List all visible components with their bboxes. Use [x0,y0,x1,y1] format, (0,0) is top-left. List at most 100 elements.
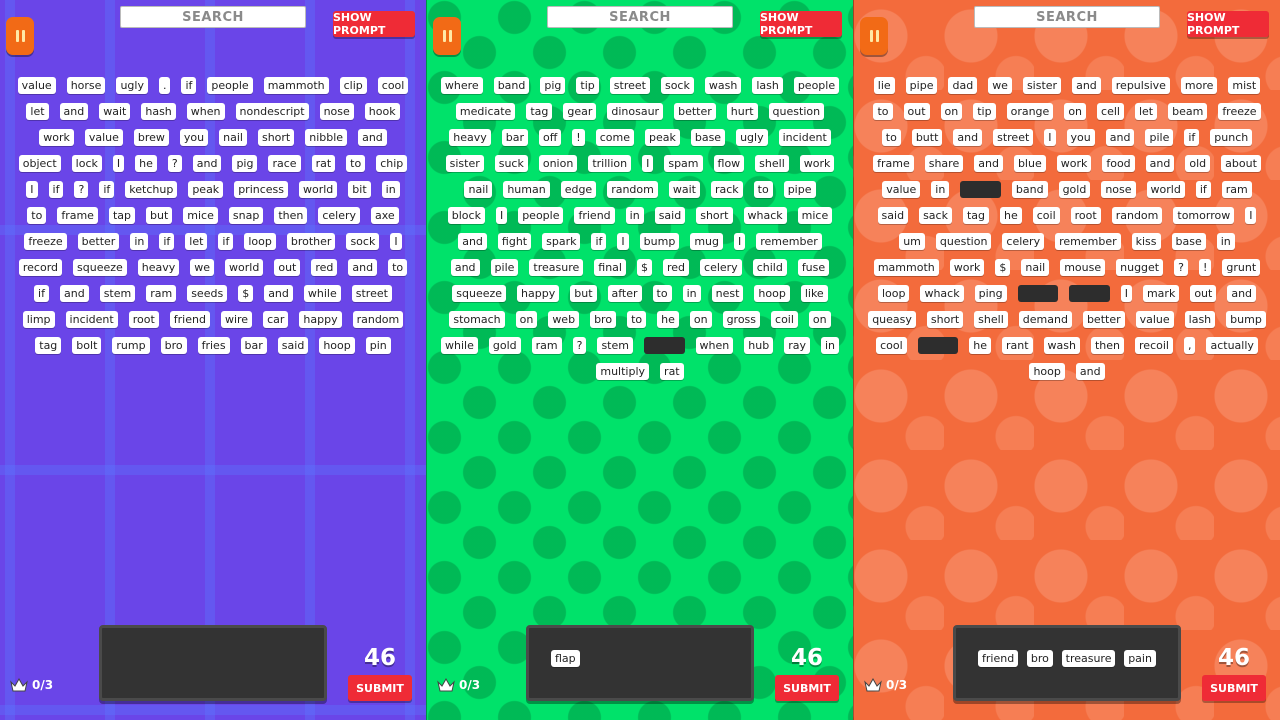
word-tile[interactable]: celery [1002,233,1045,250]
word-tile[interactable]: rant [1001,337,1033,354]
word-tile[interactable]: bit [348,181,371,198]
word-tile[interactable]: and [1227,285,1257,302]
word-tile[interactable]: and [974,155,1003,172]
word-tile[interactable]: in [381,181,400,198]
word-tile[interactable]: treasure [529,259,584,276]
word-tile[interactable]: band [1011,181,1048,198]
word-tile[interactable]: tag [526,103,553,120]
answer-tray[interactable]: friend bro treasure pain [953,625,1181,701]
pause-button[interactable] [433,17,461,55]
word-tile[interactable]: to [27,207,47,224]
word-tile[interactable]: axe [371,207,399,224]
word-tile[interactable]: suck [494,155,528,172]
word-tile[interactable]: brother [286,233,336,250]
word-tile[interactable]: people [793,77,840,94]
word-tile[interactable]: short [926,311,964,328]
word-tile[interactable]: to [627,311,647,328]
word-tile[interactable]: but [570,285,597,302]
word-tile[interactable]: multiply [596,363,650,380]
word-tile[interactable]: rack [710,181,743,198]
word-tile[interactable]: ram [146,285,177,302]
word-tile[interactable]: orange [1006,103,1054,120]
word-tile[interactable]: tag [35,337,62,354]
word-tile[interactable]: ! [1198,259,1212,276]
word-tile[interactable]: gold [488,337,521,354]
word-tile[interactable]: short [257,129,295,146]
word-tile[interactable]: I [495,207,508,224]
word-tile[interactable]: shell [755,155,789,172]
word-tile[interactable]: better [1082,311,1125,328]
word-tile[interactable]: on [1064,103,1087,120]
word-tile[interactable]: if [48,181,64,198]
word-tile[interactable]: street [993,129,1034,146]
word-tile[interactable]: ram [1221,181,1252,198]
word-tile[interactable]: blue [1013,155,1046,172]
word-tile[interactable]: coil [771,311,798,328]
word-tile[interactable]: bar [240,337,267,354]
word-tile[interactable]: people [518,207,564,224]
word-tile[interactable]: after [607,285,642,302]
word-tile[interactable]: beam [1168,103,1208,120]
word-tile[interactable]: dinosaur [607,103,664,120]
word-tile[interactable]: short [696,207,733,224]
word-tile[interactable]: better [77,233,120,250]
word-tile[interactable]: and [1145,155,1175,172]
word-tile[interactable]: gross [722,311,761,328]
word-tile[interactable]: you [1066,129,1095,146]
word-tile[interactable]: and [59,103,89,120]
word-tile[interactable]: happy [517,285,560,302]
word-tile[interactable]: if [181,77,197,94]
word-tile[interactable]: if [591,233,607,250]
word-tile[interactable]: I [1044,129,1056,146]
word-tile[interactable]: shell [974,311,1008,328]
word-tile[interactable]: ram [531,337,562,354]
word-tile[interactable]: bro [590,311,617,328]
word-tile[interactable]: web [548,311,580,328]
word-tile[interactable]: pig [232,155,258,172]
word-tile[interactable]: hurt [726,103,758,120]
word-tile[interactable]: share [924,155,964,172]
word-tile[interactable]: to [388,259,408,276]
word-tile[interactable]: friend [169,311,210,328]
word-tile[interactable]: um [899,233,925,250]
word-tile[interactable]: question [935,233,992,250]
word-tile[interactable]: pin [365,337,391,354]
word-tile[interactable]: in [625,207,644,224]
word-tile[interactable]: bro [160,337,187,354]
word-tile[interactable]: nibble [305,129,348,146]
word-tile[interactable]: human [503,181,550,198]
word-tile[interactable]: and [264,285,293,302]
word-tile[interactable]: recoil [1135,337,1173,354]
word-tile[interactable]: world [299,181,338,198]
word-tile[interactable]: in [820,337,840,354]
submit-button[interactable]: SUBMIT [775,675,839,701]
word-tile[interactable]: horse [66,77,106,94]
word-tile[interactable]: fight [497,233,532,250]
word-tile[interactable]: chip [376,155,408,172]
word-tile[interactable]: and [1075,363,1105,380]
search-input[interactable]: SEARCH [547,6,733,28]
word-tile[interactable]: celery [318,207,361,224]
word-tile[interactable]: about [1221,155,1261,172]
word-tile[interactable]: mist [1228,77,1261,94]
word-tile[interactable]: value [1135,311,1174,328]
word-tile[interactable]: nail [1021,259,1050,276]
word-tile[interactable]: . [158,77,171,94]
word-tile[interactable]: but [146,207,173,224]
word-tile[interactable]: spark [542,233,581,250]
word-tile[interactable]: he [1000,207,1022,224]
word-tile[interactable]: heavy [137,259,180,276]
word-tile[interactable]: ? [572,337,587,354]
word-tile[interactable]: in [931,181,950,198]
word-tile[interactable]: I [617,233,629,250]
word-tile[interactable]: in [1216,233,1235,250]
word-tile[interactable]: cell [1097,103,1124,120]
show-prompt-button[interactable]: SHOW PROMPT [333,11,415,37]
word-tile[interactable]: , [1183,337,1196,354]
word-tile[interactable]: squeeze [452,285,507,302]
word-tile[interactable]: princess [234,181,288,198]
word-tile[interactable]: pile [490,259,519,276]
word-tile[interactable]: clip [339,77,367,94]
word-tile[interactable]: car [263,311,289,328]
word-tile[interactable]: on [515,311,538,328]
